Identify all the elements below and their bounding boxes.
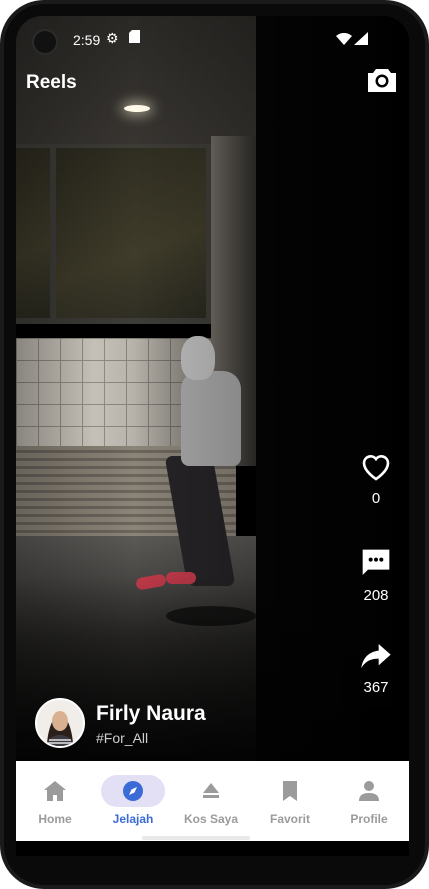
camera-icon[interactable] — [366, 66, 398, 94]
like-button[interactable]: 0 — [352, 452, 400, 507]
page-title: Reels — [26, 72, 77, 93]
nav-item-favorit[interactable]: Favorit — [251, 761, 329, 841]
like-count: 0 — [371, 490, 381, 507]
bottom-navigation: Home Jelajah Kos Saya Favorit Profile — [16, 761, 409, 841]
wifi-icon — [336, 32, 352, 48]
front-camera — [32, 29, 58, 55]
nav-label: Favorit — [269, 812, 310, 826]
nav-label: Profile — [350, 812, 388, 826]
nav-item-jelajah[interactable]: Jelajah — [94, 761, 172, 841]
compass-icon — [101, 775, 165, 807]
comment-count: 208 — [363, 587, 389, 604]
eject-icon — [179, 775, 243, 807]
comment-button[interactable]: 208 — [352, 547, 400, 604]
share-button[interactable]: 367 — [352, 641, 400, 696]
person-icon — [337, 775, 401, 807]
bookmark-icon — [258, 775, 322, 807]
reel-video[interactable] — [16, 16, 409, 761]
reels-screen: 2:59 ⚙ Reels 0 208 367 Firly Naura #For_… — [16, 16, 409, 856]
heart-icon — [362, 455, 390, 481]
nav-label: Kos Saya — [183, 812, 239, 826]
home-icon — [23, 775, 87, 807]
nav-item-home[interactable]: Home — [16, 761, 94, 841]
share-count: 367 — [363, 679, 389, 696]
nav-item-profile[interactable]: Profile — [330, 761, 408, 841]
nav-label: Jelajah — [112, 812, 154, 826]
status-time: 2:59 — [73, 32, 101, 48]
nav-label: Home — [38, 812, 72, 826]
author-hashtag[interactable]: #For_All — [96, 730, 148, 746]
settings-gear-icon: ⚙ — [106, 30, 119, 46]
gesture-home-bar[interactable] — [142, 836, 250, 840]
signal-icon — [354, 32, 368, 48]
nav-item-kos-saya[interactable]: Kos Saya — [172, 761, 250, 841]
author-avatar[interactable] — [35, 698, 85, 748]
sd-card-icon — [129, 30, 140, 46]
status-bar: 2:59 ⚙ — [16, 16, 409, 60]
phone-frame: 2:59 ⚙ Reels 0 208 367 Firly Naura #For_… — [0, 0, 429, 889]
comment-icon — [362, 549, 390, 575]
author-name[interactable]: Firly Naura — [96, 702, 206, 726]
share-arrow-icon — [361, 644, 391, 668]
